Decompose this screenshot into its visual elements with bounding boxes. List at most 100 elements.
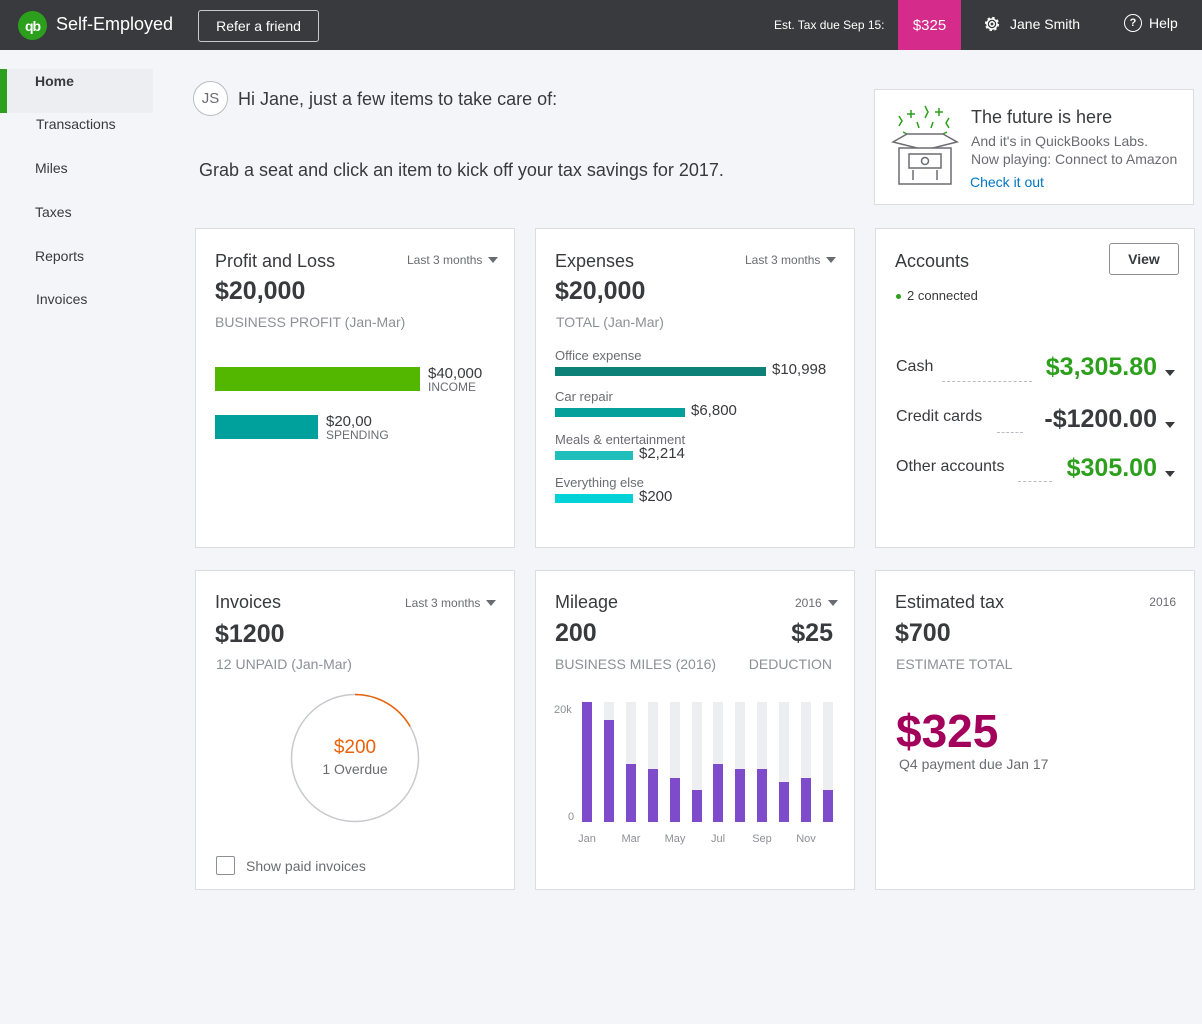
show-paid-checkbox[interactable]	[216, 856, 235, 875]
period-dropdown[interactable]: Last 3 months	[407, 253, 499, 267]
accounts-card[interactable]: Accounts View 2 connected Cash $3,305.80…	[875, 228, 1195, 548]
app-name: Self-Employed	[56, 14, 174, 34]
x-tick-label: Jan	[578, 833, 596, 845]
expenses-subtitle: TOTAL (Jan-Mar)	[556, 314, 664, 330]
sidebar-item-home[interactable]: Home	[0, 69, 153, 113]
card-title: Expenses	[555, 251, 635, 271]
tax-estimate-subtitle: ESTIMATE TOTAL	[896, 656, 1013, 672]
account-label-credit-cards: Credit cards	[896, 408, 983, 425]
connected-status-dot	[896, 294, 901, 299]
deduction-label: DEDUCTION	[748, 656, 832, 672]
expenses-card[interactable]: Expenses Last 3 months $20,000 TOTAL (Ja…	[535, 228, 855, 548]
tax-due-amount[interactable]: $325	[896, 704, 998, 758]
show-paid-label[interactable]: Show paid invoices	[246, 858, 366, 874]
x-tick-label: May	[664, 833, 686, 845]
account-value-other[interactable]: $305.00	[1067, 454, 1157, 483]
tax-due-note: Q4 payment due Jan 17	[899, 756, 1049, 772]
labs-line-1: And it's in QuickBooks Labs.	[971, 133, 1148, 149]
connected-count: 2 connected	[907, 288, 978, 303]
gift-box-icon	[891, 105, 959, 185]
refer-a-friend-button[interactable]: Refer a friend	[198, 10, 319, 42]
x-tick-label: Nov	[796, 833, 816, 845]
period-label: 2016	[795, 596, 822, 610]
mileage-bar-sep[interactable]	[757, 769, 767, 822]
mileage-bar-may[interactable]	[670, 778, 680, 822]
expense-value: $6,800	[691, 402, 737, 419]
y-tick-label: 0	[568, 811, 575, 823]
help-label: Help	[1149, 15, 1178, 31]
period-dropdown[interactable]: Last 3 months	[745, 253, 837, 267]
spending-label: SPENDING	[326, 428, 389, 442]
estimated-tax-card[interactable]: Estimated tax 2016 $700 ESTIMATE TOTAL $…	[875, 570, 1195, 890]
card-title: Estimated tax	[895, 592, 1005, 612]
period-dropdown[interactable]: Last 3 months	[405, 596, 497, 610]
gear-icon	[984, 16, 1000, 32]
invoices-amount: $1200	[215, 620, 285, 648]
labs-check-it-out-link[interactable]: Check it out	[970, 174, 1044, 190]
mileage-bar-aug[interactable]	[735, 769, 745, 822]
mileage-card[interactable]: Mileage 2016 200 $25 BUSINESS MILES (201…	[535, 570, 855, 890]
sidebar-item-miles[interactable]: Miles	[0, 157, 153, 201]
help-button[interactable]: ? Help	[1124, 14, 1178, 32]
expense-value: $200	[639, 488, 673, 505]
overdue-arc	[354, 693, 411, 727]
mileage-miles: 200	[555, 619, 597, 647]
labs-title: The future is here	[971, 107, 1113, 127]
period-label: Last 3 months	[407, 253, 483, 267]
est-tax-badge[interactable]: $325	[898, 0, 961, 50]
mileage-bar-jul[interactable]	[713, 764, 723, 822]
period-label: Last 3 months	[405, 596, 481, 610]
expense-bar[interactable]	[555, 367, 766, 376]
sidebar-item-reports[interactable]: Reports	[0, 246, 153, 290]
miles-label: BUSINESS MILES (2016)	[555, 656, 717, 672]
overdue-label: 1 Overdue	[322, 761, 388, 777]
mileage-bar-nov[interactable]	[801, 778, 811, 822]
divider	[997, 432, 1023, 433]
chevron-down-icon[interactable]	[1165, 422, 1175, 428]
view-accounts-button[interactable]: View	[1109, 243, 1179, 275]
invoices-card[interactable]: Invoices Last 3 months $1200 12 UNPAID (…	[195, 570, 515, 890]
mileage-bar-jan[interactable]	[582, 702, 592, 822]
sidebar-item-label: Miles	[35, 160, 68, 176]
account-label-cash: Cash	[896, 358, 934, 375]
chevron-down-icon[interactable]	[1165, 370, 1175, 376]
labs-line-2: Now playing: Connect to Amazon	[971, 151, 1178, 167]
card-title: Mileage	[555, 592, 619, 612]
income-label: INCOME	[428, 380, 476, 394]
card-title: Profit and Loss	[215, 251, 336, 271]
profit-loss-card[interactable]: Profit and Loss Last 3 months $20,000 BU…	[195, 228, 515, 548]
top-bar: qb Self-Employed Refer a friend Est. Tax…	[0, 0, 1202, 50]
expense-value: $10,998	[772, 361, 827, 378]
sidebar-item-taxes[interactable]: Taxes	[0, 202, 153, 246]
card-title: Accounts	[895, 251, 970, 271]
x-tick-label: Mar	[621, 833, 641, 845]
quickbooks-logo[interactable]: qb	[18, 11, 47, 40]
account-value-credit-cards[interactable]: -$1200.00	[1044, 405, 1157, 434]
sidebar-item-label: Taxes	[35, 204, 72, 220]
mileage-bar-mar[interactable]	[626, 764, 636, 822]
x-tick-label: Sep	[752, 833, 772, 845]
mileage-bar-apr[interactable]	[648, 769, 658, 822]
account-value-cash[interactable]: $3,305.80	[1046, 353, 1157, 382]
mileage-bar-feb[interactable]	[604, 720, 614, 822]
expense-bar[interactable]	[555, 408, 685, 417]
year-dropdown[interactable]: 2016	[795, 596, 838, 610]
mileage-bar-oct[interactable]	[779, 782, 789, 822]
overdue-amount: $200	[333, 737, 377, 758]
invoices-subtitle: 12 UNPAID (Jan-Mar)	[216, 656, 352, 672]
expense-category-label: Office expense	[555, 348, 642, 363]
chevron-down-icon[interactable]	[1165, 471, 1175, 477]
sidebar-item-invoices[interactable]: Invoices	[0, 289, 153, 333]
y-tick-label: 20k	[554, 704, 572, 716]
spending-bar	[215, 415, 318, 439]
user-menu[interactable]: Jane Smith	[982, 14, 1080, 34]
expense-bar[interactable]	[555, 451, 633, 460]
mileage-bar-jun[interactable]	[692, 790, 702, 822]
profit-subtitle: BUSINESS PROFIT (Jan-Mar)	[215, 314, 406, 330]
card-title: Invoices	[215, 592, 282, 612]
chevron-down-icon	[486, 600, 497, 606]
sidebar-item-transactions[interactable]: Transactions	[0, 113, 153, 157]
divider	[1018, 481, 1052, 482]
mileage-bar-dec[interactable]	[823, 790, 833, 822]
expense-bar[interactable]	[555, 494, 633, 503]
